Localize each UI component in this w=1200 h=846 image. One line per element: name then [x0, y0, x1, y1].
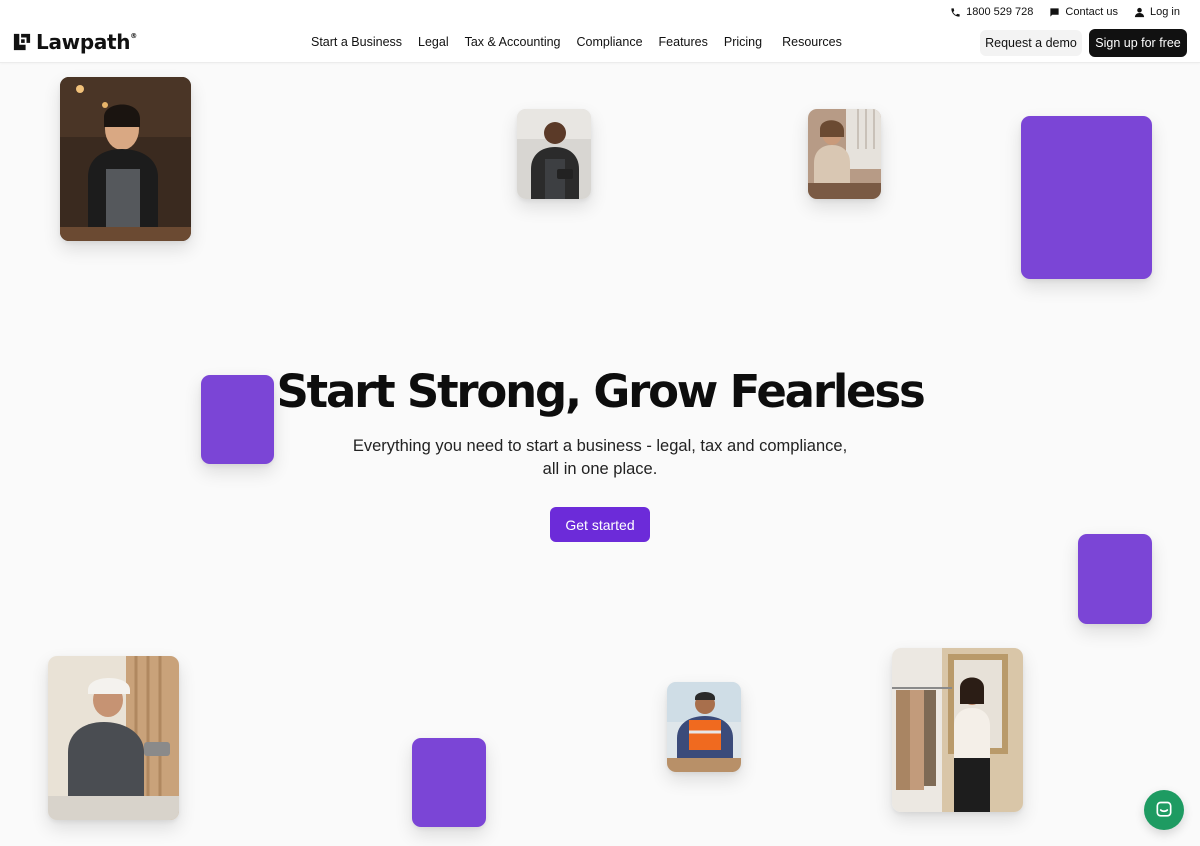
chat-widget-button[interactable]	[1144, 790, 1184, 830]
nav-compliance[interactable]: Compliance	[569, 35, 651, 49]
purple-tile-right	[1078, 534, 1152, 624]
signup-button[interactable]: Sign up for free	[1089, 29, 1187, 57]
logo-mark-icon	[13, 33, 31, 51]
purple-tile-top-right	[1021, 116, 1152, 279]
main-nav: Start a Business Legal Tax & Accounting …	[303, 33, 850, 51]
phone-icon	[950, 7, 961, 18]
hero-title: Start Strong, Grow Fearless	[276, 365, 925, 418]
nav-features[interactable]: Features	[651, 35, 716, 49]
photo-boutique-woman	[892, 648, 1023, 812]
photo-construction-worker	[667, 682, 741, 772]
logo-text: Lawpath®	[36, 30, 137, 54]
get-started-button[interactable]: Get started	[550, 507, 650, 542]
lawpath-logo[interactable]: Lawpath®	[13, 30, 137, 54]
chat-icon	[1049, 7, 1060, 18]
login-link[interactable]: Log in	[1134, 6, 1180, 18]
hero-subtitle-line-2: all in one place.	[542, 460, 658, 478]
user-icon	[1134, 7, 1145, 18]
nav-tax-accounting[interactable]: Tax & Accounting	[457, 35, 569, 49]
photo-woman-workshop	[808, 109, 881, 199]
chat-bubble-icon	[1154, 800, 1174, 820]
hero-subtitle: Everything you need to start a business …	[350, 435, 850, 481]
nav-legal[interactable]: Legal	[410, 35, 457, 49]
nav-start-a-business[interactable]: Start a Business	[303, 35, 410, 49]
photo-chef-woman	[60, 77, 191, 241]
phone-link[interactable]: 1800 529 728	[950, 6, 1033, 18]
purple-tile-bottom	[412, 738, 486, 827]
utility-bar: 1800 529 728 Contact us Log in	[950, 4, 1180, 20]
contact-label: Contact us	[1065, 6, 1119, 18]
photo-electrician	[48, 656, 179, 820]
contact-link[interactable]: Contact us	[1049, 6, 1118, 18]
phone-number: 1800 529 728	[966, 6, 1034, 18]
hero-subtitle-line-1: Everything you need to start a business …	[352, 437, 848, 455]
site-header: 1800 529 728 Contact us Log in Lawpath® …	[0, 0, 1200, 63]
nav-pricing[interactable]: Pricing	[716, 35, 770, 49]
photo-barista-man	[517, 109, 591, 199]
login-label: Log in	[1150, 6, 1180, 18]
nav-resources[interactable]: Resources	[770, 35, 850, 49]
request-demo-button[interactable]: Request a demo	[980, 30, 1082, 56]
